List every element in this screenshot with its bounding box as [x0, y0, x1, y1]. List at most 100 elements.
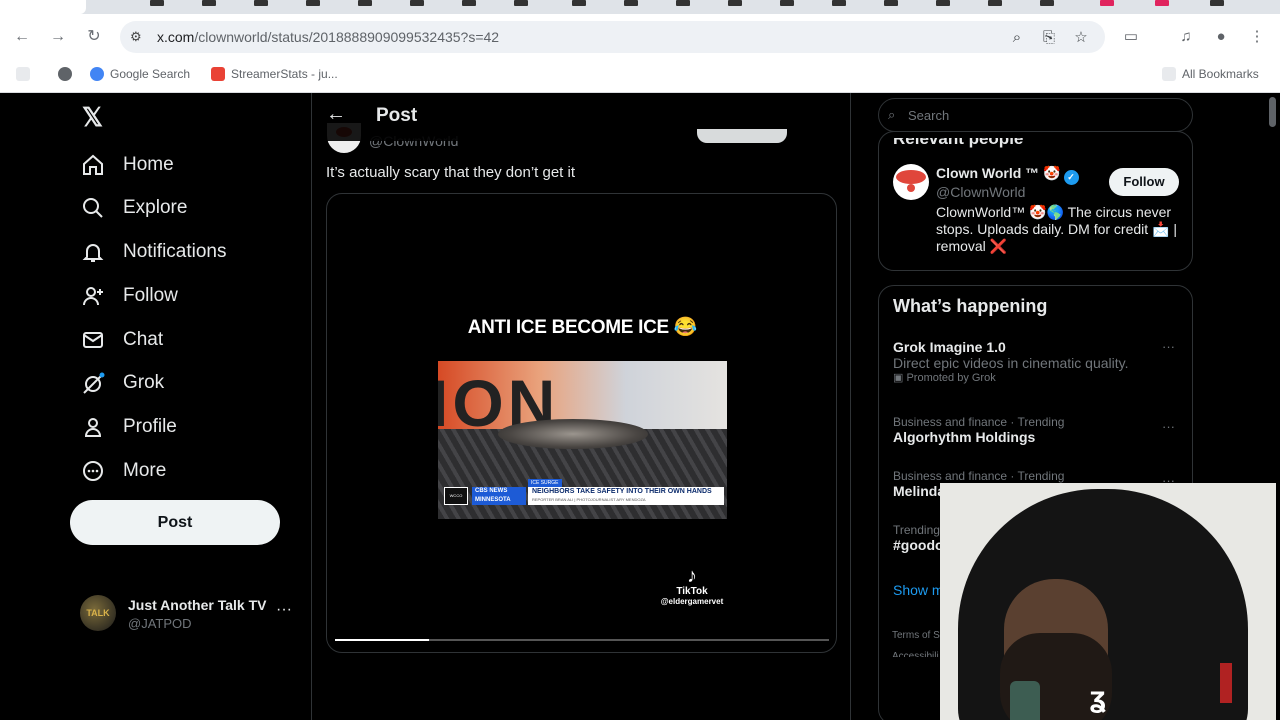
tab[interactable]: [1210, 0, 1224, 6]
reload-icon[interactable]: ↻: [81, 24, 107, 50]
tab[interactable]: [1100, 0, 1114, 6]
nav-grok[interactable]: Grok: [80, 361, 164, 405]
tab[interactable]: [1040, 0, 1054, 6]
browser-tab-strip: [0, 0, 1280, 14]
nav-home[interactable]: Home: [80, 143, 174, 187]
trend-more-icon[interactable]: ···: [1162, 339, 1175, 354]
nav-more[interactable]: More: [80, 449, 166, 493]
x-logo-icon[interactable]: 𝕏: [82, 104, 106, 130]
chyron-region: MINNESOTA: [475, 497, 511, 503]
active-tab[interactable]: [0, 0, 86, 14]
more-dots-icon[interactable]: ···: [276, 601, 292, 619]
hoodie-logo: ʓ: [1090, 681, 1106, 714]
clownworld-avatar[interactable]: [893, 164, 929, 200]
tiktok-logo-icon: ♪: [687, 565, 697, 587]
search-placeholder: Search: [908, 108, 950, 123]
bookmark-label: Google Search: [110, 67, 191, 81]
account-switcher[interactable]: TALK Just Another Talk TV @JATPOD ···: [80, 589, 295, 639]
profile-avatar-icon[interactable]: ●: [1208, 24, 1234, 50]
bookmark-google-search[interactable]: Google Search: [90, 67, 190, 81]
show-more-link[interactable]: Show m: [893, 582, 944, 598]
search-box[interactable]: ⌕ Search: [878, 98, 1193, 132]
back-icon[interactable]: ←: [9, 24, 35, 50]
tab[interactable]: [410, 0, 424, 6]
nav-notifications[interactable]: Notifications: [80, 230, 227, 274]
bookmark-label: StreamerStats - ju...: [231, 67, 338, 81]
nav-explore[interactable]: Explore: [80, 186, 187, 230]
menu-dots-icon[interactable]: ⋮: [1244, 24, 1270, 50]
cast-icon[interactable]: ▭: [1118, 24, 1144, 50]
tab[interactable]: [936, 0, 950, 6]
install-icon[interactable]: ⎘: [1038, 27, 1060, 49]
video-player[interactable]: ANTI ICE BECOME ICE 😂 ION WCCO CBS NEWS M…: [326, 193, 837, 653]
post-button[interactable]: Post: [70, 500, 280, 545]
trend-promoted: ▣ Promoted by Grok: [893, 372, 996, 384]
tiktok-brand: TikTok: [676, 586, 708, 597]
station-logo-text: WCCO: [449, 493, 463, 498]
footer-terms-link[interactable]: Terms of S: [892, 630, 940, 641]
scrollbar-thumb[interactable]: [1269, 97, 1276, 127]
tab[interactable]: [624, 0, 638, 6]
address-bar[interactable]: ⚙ x.com/clownworld/status/20188889090995…: [120, 21, 1105, 53]
trend-item[interactable]: Business and finance · Trending Algorhyt…: [893, 415, 1183, 445]
video-progress-bar[interactable]: [335, 639, 829, 641]
nav-label: Chat: [123, 329, 164, 350]
follow-button[interactable]: Follow: [1109, 168, 1179, 196]
video-caption: ANTI ICE BECOME ICE 😂: [467, 317, 698, 338]
bookmark-streamerstats[interactable]: StreamerStats - ju...: [211, 67, 338, 81]
chyron-headline-box: NEIGHBORS TAKE SAFETY INTO THEIR OWN HAN…: [528, 487, 724, 505]
tab[interactable]: [572, 0, 586, 6]
url-text[interactable]: x.com/clownworld/status/2018888909099532…: [157, 29, 499, 45]
tab[interactable]: [676, 0, 690, 6]
forward-icon[interactable]: →: [45, 24, 71, 50]
globe-icon[interactable]: [58, 67, 78, 81]
site-settings-icon[interactable]: ⚙: [130, 29, 146, 45]
trend-meta: Business and finance · Trending: [893, 415, 1065, 429]
person-handle[interactable]: @ClownWorld: [936, 184, 1025, 200]
nav-profile[interactable]: Profile: [80, 405, 177, 449]
person-name-row[interactable]: Clown World ™ 🤡 ✓: [936, 165, 1079, 185]
tab[interactable]: [358, 0, 372, 6]
post-column: @ClownWorld ← Post It’s actually scary t…: [311, 93, 851, 720]
all-bookmarks-label: All Bookmarks: [1182, 67, 1259, 81]
back-arrow-icon[interactable]: ←: [326, 103, 346, 126]
tab[interactable]: [202, 0, 216, 6]
tab[interactable]: [150, 0, 164, 6]
tab[interactable]: [1155, 0, 1169, 6]
chart-icon: [211, 67, 225, 81]
tab[interactable]: [884, 0, 898, 6]
nav-label: More: [123, 460, 167, 481]
video-progress-fill: [335, 639, 429, 641]
google-icon: [90, 67, 104, 81]
person-bio: ClownWorld™ 🤡🌎 The circus never stops. U…: [936, 204, 1178, 254]
nav-follow[interactable]: Follow: [80, 274, 178, 318]
tab[interactable]: [254, 0, 268, 6]
tab[interactable]: [514, 0, 528, 6]
page-title: Post: [376, 105, 418, 126]
video-frame: ION WCCO CBS NEWS MINNESOTA ICE SURGE NEI…: [438, 361, 727, 519]
tab[interactable]: [728, 0, 742, 6]
tab[interactable]: [306, 0, 320, 6]
tab[interactable]: [780, 0, 794, 6]
person-name: Clown World ™ 🤡: [936, 165, 1061, 181]
tab[interactable]: [988, 0, 1002, 6]
person-add-icon: [80, 283, 106, 309]
bell-icon: [80, 239, 106, 265]
author-follow-button[interactable]: [697, 129, 787, 143]
fire-graphic: [498, 419, 648, 449]
all-bookmarks[interactable]: All Bookmarks: [1162, 67, 1259, 81]
webcam-overlay: ʓ: [940, 483, 1276, 720]
trend-more-icon[interactable]: ···: [1162, 419, 1175, 434]
apps-icon[interactable]: [16, 67, 36, 81]
nav-chat[interactable]: Chat: [80, 318, 163, 362]
media-control-icon[interactable]: ♫: [1173, 24, 1199, 50]
relevant-people-card: Relevant people Clown World ™ 🤡 ✓ @ClownW…: [878, 131, 1193, 271]
webcam-microphone: [1010, 681, 1040, 720]
browser-toolbar: ← → ↻ ⚙ x.com/clownworld/status/20188889…: [0, 14, 1280, 60]
nav-label: Profile: [123, 416, 177, 437]
tab[interactable]: [832, 0, 846, 6]
trend-item[interactable]: Grok Imagine 1.0 Direct epic videos in c…: [893, 339, 1183, 384]
zoom-icon[interactable]: ⌕: [1006, 27, 1028, 49]
tab[interactable]: [462, 0, 476, 6]
star-icon[interactable]: ☆: [1070, 27, 1092, 49]
